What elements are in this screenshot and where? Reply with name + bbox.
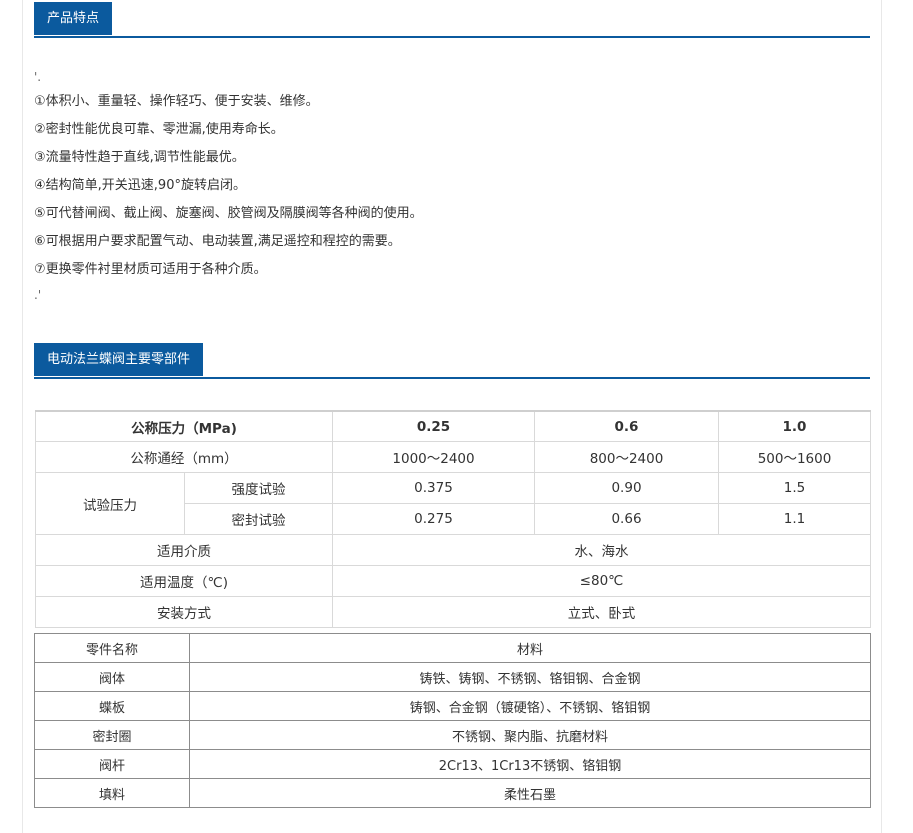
diameter-value: 1000～2400 [332,441,535,473]
install-value: 立式、卧式 [332,596,871,628]
part-name: 阀杆 [34,749,190,779]
test-pressure-label: 试验压力 [35,472,185,535]
medium-value: 水、海水 [332,534,871,566]
spec-table: 公称压力（MPa) 0.25 0.6 1.0 公称通经（mm） 1000～240… [35,410,871,628]
feature-item: ①体积小、重量轻、操作轻巧、便于安装、维修。 [34,94,319,109]
table-row: 零件名称 材料 [34,633,871,663]
section-divider [34,377,870,379]
table-row: 适用介质 水、海水 [35,534,871,566]
table-row: 阀杆 2Cr13、1Cr13不锈钢、铬钼钢 [34,749,871,779]
strength-test-label: 强度试验 [184,472,333,504]
table-row: 试验压力 强度试验 0.375 0.90 1.5 [35,472,871,535]
section-header-features: 产品特点 [34,0,870,38]
medium-label: 适用介质 [35,534,333,566]
temperature-label: 适用温度（℃) [35,565,333,597]
diameter-value: 800～2400 [534,441,719,473]
part-material: 柔性石墨 [189,778,871,808]
frame-left-border [22,0,23,833]
pressure-value: 1.0 [718,410,871,442]
part-name: 密封圈 [34,720,190,750]
feature-tail-mark: .' [34,288,42,302]
install-label: 安装方式 [35,596,333,628]
strength-value: 1.5 [718,472,871,504]
seal-test-label: 密封试验 [184,503,333,535]
seal-value: 1.1 [718,503,871,535]
part-material: 2Cr13、1Cr13不锈钢、铬钼钢 [189,749,871,779]
table-row: 填料 柔性石墨 [34,778,871,808]
table-row: 密封圈 不锈钢、聚内脂、抗磨材料 [34,720,871,750]
table-row: 阀体 铸铁、铸钢、不锈钢、铬钼钢、合金钢 [34,662,871,692]
seal-value: 0.66 [534,503,719,535]
diameter-label: 公称通经（mm） [35,441,333,473]
feature-item: ③流量特性趋于直线,调节性能最优。 [34,150,245,165]
frame-right-border [881,0,882,833]
diameter-value: 500～1600 [718,441,871,473]
parts-header-name: 零件名称 [34,633,190,663]
section-title-features: 产品特点 [34,2,113,35]
section-title-parts: 电动法兰蝶阀主要零部件 [34,343,204,376]
part-material: 不锈钢、聚内脂、抗磨材料 [189,720,871,750]
part-material: 铸铁、铸钢、不锈钢、铬钼钢、合金钢 [189,662,871,692]
temperature-value: ≤80℃ [332,565,871,597]
feature-lead-mark: '. [34,70,42,84]
section-header-parts: 电动法兰蝶阀主要零部件 [34,341,870,379]
table-row: 蝶板 铸钢、合金钢（镀硬铬）、不锈钢、铬钼钢 [34,691,871,721]
section-divider [34,36,870,38]
table-row: 公称压力（MPa) 0.25 0.6 1.0 [35,410,871,442]
table-row: 安装方式 立式、卧式 [35,596,871,628]
part-name: 蝶板 [34,691,190,721]
feature-list: '. ①体积小、重量轻、操作轻巧、便于安装、维修。 ②密封性能优良可靠、零泄漏,… [34,66,423,306]
parts-table: 零件名称 材料 阀体 铸铁、铸钢、不锈钢、铬钼钢、合金钢 蝶板 铸钢、合金钢（镀… [34,633,871,808]
part-name: 阀体 [34,662,190,692]
table-row: 适用温度（℃) ≤80℃ [35,565,871,597]
feature-item: ⑤可代替闸阀、截止阀、旋塞阀、胶管阀及隔膜阀等各种阀的使用。 [34,206,423,221]
part-name: 填料 [34,778,190,808]
part-material: 铸钢、合金钢（镀硬铬）、不锈钢、铬钼钢 [189,691,871,721]
strength-value: 0.375 [332,472,535,504]
strength-value: 0.90 [534,472,719,504]
feature-item: ⑦更换零件衬里材质可适用于各种介质。 [34,262,267,277]
seal-value: 0.275 [332,503,535,535]
pressure-label: 公称压力（MPa) [35,410,333,442]
feature-item: ④结构简单,开关迅速,90°旋转启闭。 [34,178,246,193]
pressure-value: 0.25 [332,410,535,442]
parts-header-material: 材料 [189,633,871,663]
feature-item: ⑥可根据用户要求配置气动、电动装置,满足遥控和程控的需要。 [34,234,401,249]
table-row: 公称通经（mm） 1000～2400 800～2400 500～1600 [35,441,871,473]
feature-item: ②密封性能优良可靠、零泄漏,使用寿命长。 [34,122,284,137]
pressure-value: 0.6 [534,410,719,442]
